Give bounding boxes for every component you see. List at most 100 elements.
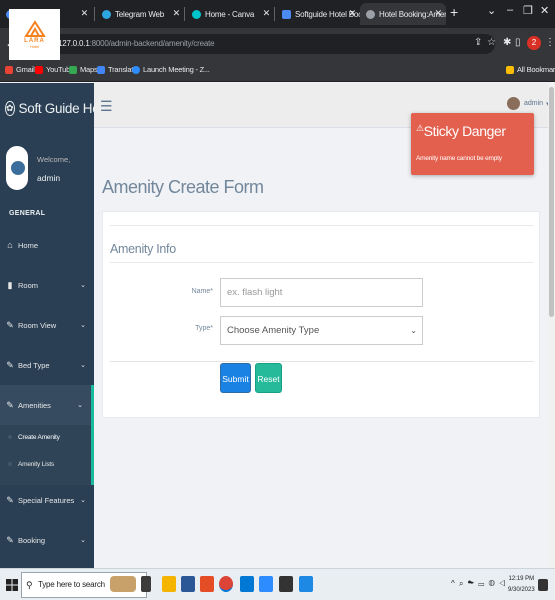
chrome-icon[interactable] bbox=[219, 576, 233, 592]
maps-icon bbox=[69, 65, 77, 74]
divider bbox=[110, 361, 534, 362]
chevron-down-icon: ⌄ bbox=[80, 497, 86, 504]
name-label: Name* bbox=[191, 288, 213, 295]
avatar bbox=[6, 146, 28, 190]
user-dropdown[interactable]: admin ▾ bbox=[507, 97, 550, 110]
sidebar-item-room[interactable]: ▮ Room ⌄ bbox=[0, 265, 94, 305]
type-label: Type* bbox=[195, 325, 213, 332]
sidepanel-icon[interactable]: ▯ bbox=[515, 37, 521, 48]
logo-tagline: Hotel bbox=[29, 44, 40, 49]
close-icon[interactable]: ✕ bbox=[173, 8, 181, 19]
bullet-icon bbox=[8, 462, 12, 466]
star-icon[interactable]: ☆ bbox=[487, 37, 496, 48]
zoom-taskbar-icon[interactable] bbox=[259, 576, 273, 592]
url-path: :8000/admin-backend/amenity/create bbox=[89, 39, 215, 48]
menu-toggle-icon[interactable]: ☰ bbox=[100, 98, 113, 115]
sticky-danger-toast[interactable]: ⚠Sticky Danger Amenity name cannot be em… bbox=[411, 113, 534, 175]
browser-tab-bar: ✕ Telegram Web ✕ Home - Canva ✕ Softguid… bbox=[0, 0, 555, 28]
clock-date: 9/30/2023 bbox=[508, 587, 535, 593]
system-tray-icons[interactable]: ^ ⌕ ☁ ▭ ◍ ◁ bbox=[451, 579, 507, 589]
sidebar-item-label: Home bbox=[18, 240, 39, 250]
file-explorer-icon[interactable] bbox=[162, 576, 176, 592]
bookmark-maps[interactable]: Maps bbox=[69, 65, 98, 74]
sidebar-item-room-view[interactable]: ✎ Room View ⌄ bbox=[0, 305, 94, 345]
welcome-text: Welcome, bbox=[37, 155, 71, 164]
tab-separator bbox=[274, 7, 275, 21]
sidebar-item-bed-type[interactable]: ✎ Bed Type ⌄ bbox=[0, 345, 94, 385]
tab-canva[interactable]: Home - Canva ✕ bbox=[186, 3, 274, 25]
page-title: Amenity Create Form bbox=[102, 177, 264, 197]
edit-icon: ✎ bbox=[6, 359, 14, 370]
page-scrollbar[interactable] bbox=[548, 83, 555, 568]
youtube-icon bbox=[35, 65, 43, 74]
username: admin bbox=[37, 173, 61, 183]
type-select[interactable]: Choose Amenity Type ⌄ bbox=[220, 316, 423, 345]
minimize-icon[interactable]: – bbox=[507, 4, 513, 16]
chevron-down-icon[interactable]: ⌄ bbox=[487, 4, 496, 17]
sidebar: ✿ Soft Guide Hotel Welcome, admin GENERA… bbox=[0, 83, 94, 568]
sidebar-item-label: Room bbox=[18, 280, 39, 290]
new-tab-button[interactable]: + bbox=[450, 4, 458, 20]
close-icon[interactable]: ✕ bbox=[81, 8, 89, 19]
maximize-icon[interactable]: ❐ bbox=[523, 4, 533, 17]
edit-icon: ✎ bbox=[6, 494, 14, 505]
task-view-icon[interactable] bbox=[141, 576, 151, 592]
gmail-icon bbox=[5, 65, 13, 74]
sidebar-item-amenities[interactable]: ✎ Amenities ⌄ bbox=[0, 385, 94, 425]
telegram-icon bbox=[102, 9, 111, 19]
sidebar-item-booking[interactable]: ✎ Booking ⌄ bbox=[0, 520, 94, 560]
bookmark-gmail[interactable]: Gmail bbox=[5, 65, 35, 74]
windows-start-icon[interactable] bbox=[6, 579, 18, 591]
bookmark-label: Maps bbox=[80, 65, 98, 74]
all-bookmarks[interactable]: All Bookmarks bbox=[506, 65, 555, 74]
notifications-icon[interactable] bbox=[538, 579, 548, 591]
submenu-create-amenity[interactable]: Create Amenity bbox=[18, 434, 60, 441]
share-icon[interactable]: ⇪ bbox=[474, 37, 482, 48]
toast-message: Amenity name cannot be empty bbox=[416, 155, 502, 162]
user-name: admin bbox=[524, 100, 544, 107]
tab-softguide[interactable]: Softguide Hotel Booking - F ✕ bbox=[276, 3, 360, 25]
close-icon[interactable]: ✕ bbox=[435, 8, 443, 19]
section-heading: GENERAL bbox=[9, 210, 46, 217]
profile-avatar[interactable]: 2 bbox=[527, 36, 541, 50]
extensions-icon[interactable]: ✱ bbox=[503, 37, 511, 48]
tab-amenity-create[interactable]: Hotel Booking:Amenity Cre ✕ bbox=[360, 3, 446, 25]
scrollbar-thumb[interactable] bbox=[549, 87, 554, 317]
sidebar-item-special-features[interactable]: ✎ Special Features ⌄ bbox=[0, 480, 94, 520]
chevron-down-icon: ⌄ bbox=[80, 362, 86, 369]
submit-button[interactable]: Submit bbox=[220, 363, 251, 393]
submenu-amenity-lists[interactable]: Amenity Lists bbox=[18, 461, 54, 468]
vscode-icon[interactable] bbox=[240, 576, 254, 592]
reset-button[interactable]: Reset bbox=[255, 363, 282, 393]
zoom-icon bbox=[132, 65, 140, 74]
weather-icon[interactable] bbox=[110, 576, 136, 592]
clock[interactable]: 12:19 PM 9/30/2023 bbox=[508, 574, 535, 596]
url-input[interactable]: 127.0.0.1:8000/admin-backend/amenity/cre… bbox=[50, 34, 495, 54]
address-bar-row: ← 127.0.0.1:8000/admin-backend/amenity/c… bbox=[0, 28, 555, 60]
more-menu-icon[interactable]: ⋮ bbox=[545, 37, 555, 48]
bullet-icon bbox=[8, 435, 12, 439]
divider bbox=[110, 225, 534, 226]
close-window-icon[interactable]: ✕ bbox=[540, 4, 549, 17]
bookmarks-bar: Gmail YouTube Maps Translate Launch Meet… bbox=[0, 60, 555, 82]
brand[interactable]: ✿ Soft Guide Hotel bbox=[0, 83, 94, 133]
store-icon[interactable] bbox=[181, 576, 195, 592]
panel-title: Amenity Info bbox=[110, 242, 176, 256]
toast-title-text: Sticky Danger bbox=[423, 123, 506, 139]
bookmark-zoom[interactable]: Launch Meeting - Z... bbox=[132, 65, 210, 74]
sidebar-item-home[interactable]: ⌂ Home bbox=[0, 225, 94, 265]
tab-label: Home - Canva bbox=[205, 9, 255, 19]
close-icon[interactable]: ✕ bbox=[263, 8, 271, 19]
bookmark-label: Launch Meeting - Z... bbox=[143, 65, 210, 74]
bookmark-label: Gmail bbox=[16, 65, 35, 74]
home-icon: ⌂ bbox=[7, 240, 13, 250]
sidebar-item-label: Amenities bbox=[18, 400, 51, 410]
chevron-down-icon: ⌄ bbox=[80, 282, 86, 289]
name-input[interactable] bbox=[220, 278, 423, 307]
site-icon bbox=[282, 9, 291, 19]
tab-telegram[interactable]: Telegram Web ✕ bbox=[96, 3, 184, 25]
paint-icon[interactable] bbox=[299, 576, 313, 592]
close-icon[interactable]: ✕ bbox=[349, 8, 357, 19]
terminal-icon[interactable] bbox=[279, 576, 293, 592]
app-icon[interactable] bbox=[200, 576, 214, 592]
